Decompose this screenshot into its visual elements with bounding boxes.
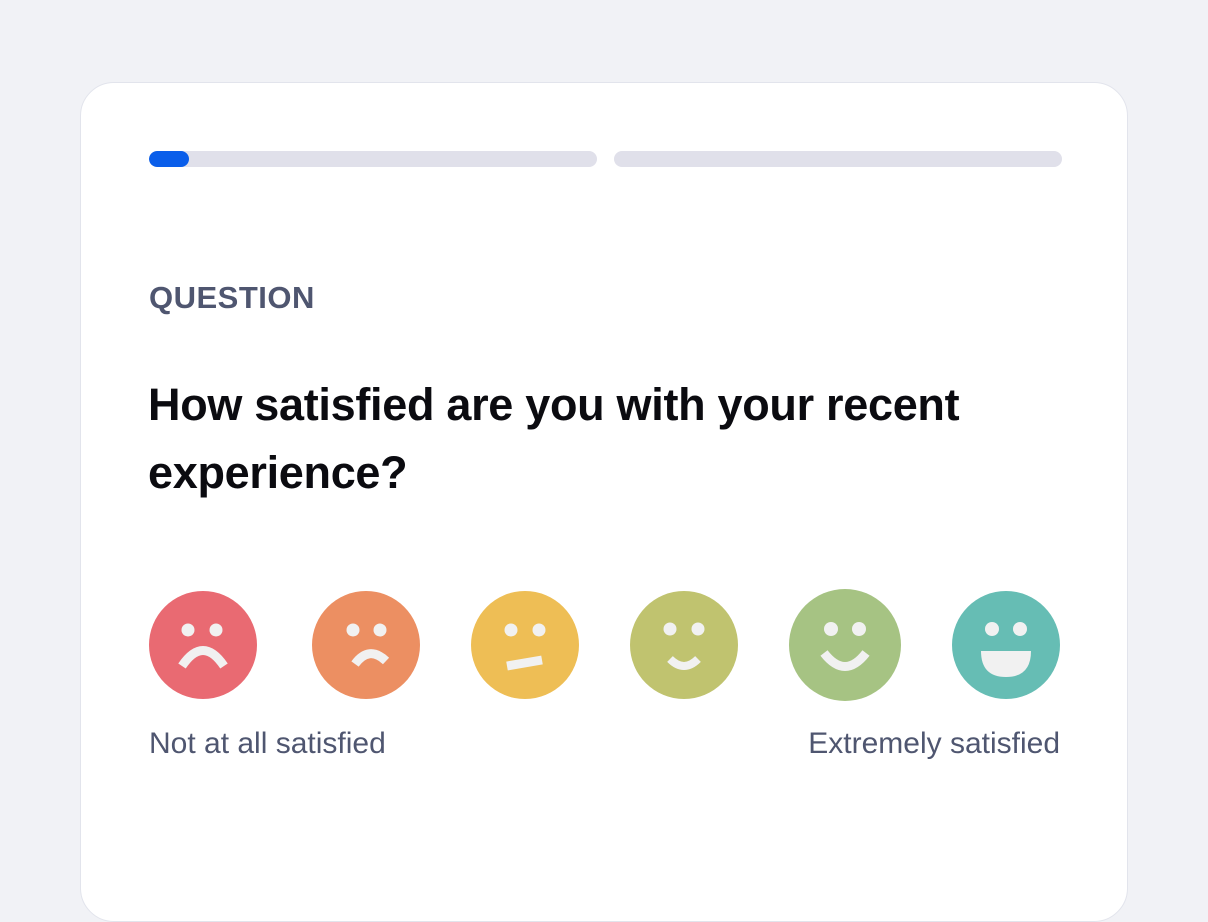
question-title: How satisfied are you with your recent e…: [148, 379, 960, 498]
big-smile-face-icon: [952, 591, 1060, 699]
satisfaction-rating: [149, 589, 1061, 703]
rating-option-3[interactable]: [471, 591, 579, 699]
progress-segment-2: [614, 151, 1062, 167]
scale-high-label: Extremely satisfied: [808, 727, 1060, 760]
slight-smile-face-icon: [630, 591, 738, 699]
sad-face-icon: [312, 591, 420, 699]
survey-card: QUESTION How satisfied are you with your…: [80, 82, 1128, 922]
very-sad-face-icon: [149, 591, 257, 699]
progress-segment-1-fill: [149, 151, 190, 167]
progress-segment-1: [149, 151, 597, 167]
rating-option-6[interactable]: [952, 591, 1060, 699]
smile-face-icon: [789, 589, 901, 701]
rating-option-1[interactable]: [149, 591, 257, 699]
rating-option-5[interactable]: [789, 589, 901, 701]
scale-low-label: Not at all satisfied: [149, 727, 386, 760]
rating-option-2[interactable]: [312, 591, 420, 699]
neutral-face-icon: [471, 591, 579, 699]
question-eyebrow: QUESTION: [149, 280, 315, 315]
progress-bar: [149, 151, 1062, 167]
rating-option-4[interactable]: [630, 591, 738, 699]
